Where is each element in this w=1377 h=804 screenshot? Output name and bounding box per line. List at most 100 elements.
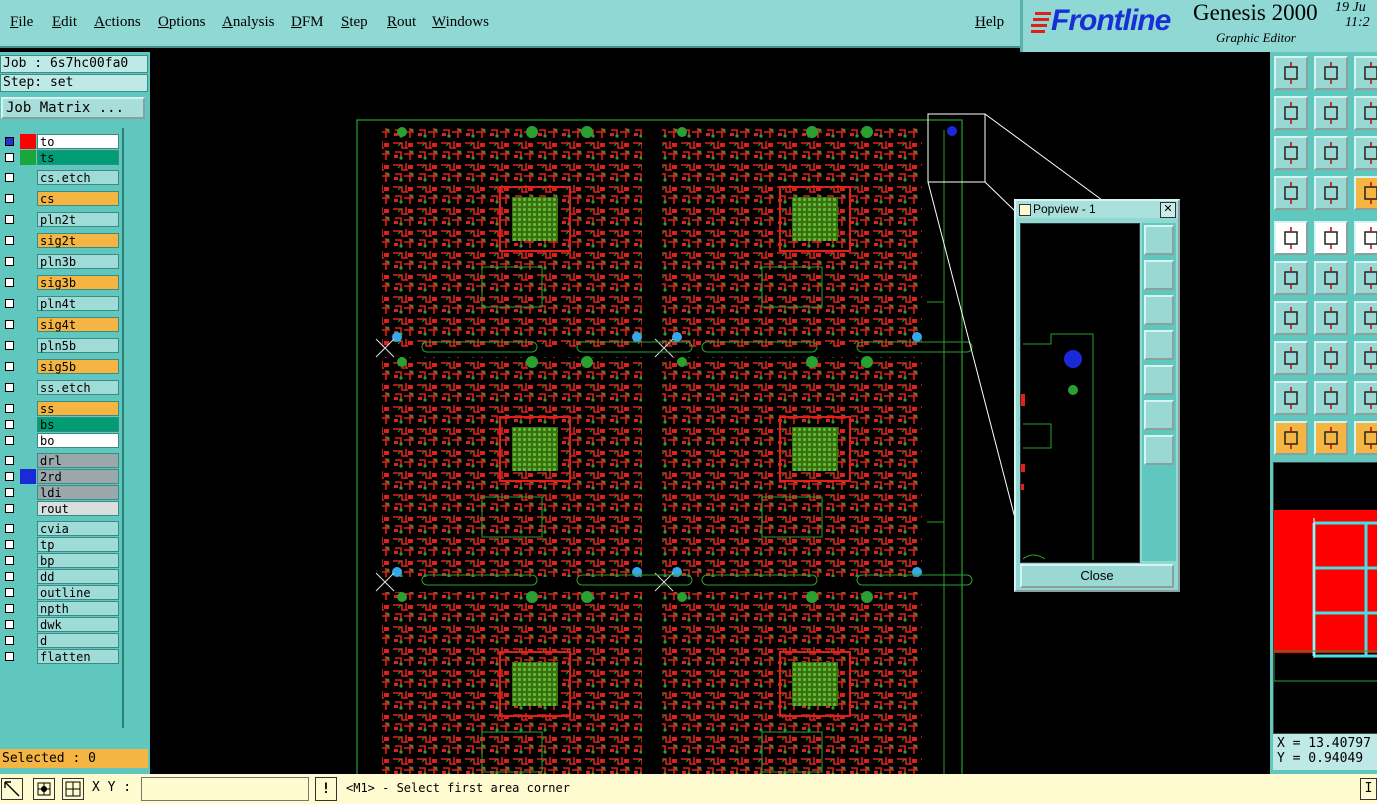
- layer-checkbox[interactable]: [5, 215, 14, 224]
- layer-name[interactable]: sig2t: [37, 233, 119, 248]
- layer-checkbox[interactable]: [5, 604, 14, 613]
- job-matrix-button[interactable]: Job Matrix ...: [1, 97, 145, 119]
- layer-row-sig2t[interactable]: sig2t: [2, 233, 119, 248]
- layer-name[interactable]: 2rd: [37, 469, 119, 484]
- grid-view-icon[interactable]: [1314, 176, 1348, 210]
- layer-name[interactable]: ldi: [37, 485, 119, 500]
- layer-row-pln2t[interactable]: pln2t: [2, 212, 119, 227]
- layer-checkbox[interactable]: [5, 404, 14, 413]
- layer-name[interactable]: cs: [37, 191, 119, 206]
- layer-row-bs[interactable]: bs: [2, 417, 119, 432]
- layer-name[interactable]: d: [37, 633, 119, 648]
- select-pointer-icon[interactable]: [1314, 421, 1348, 455]
- pad-add-icon[interactable]: [1274, 341, 1308, 375]
- zoom-out-icon[interactable]: [1144, 435, 1174, 465]
- layer-checkbox[interactable]: [5, 472, 14, 481]
- undo-icon[interactable]: [1354, 301, 1377, 335]
- page-down-icon[interactable]: [1314, 56, 1348, 90]
- actual-size-icon[interactable]: [1354, 136, 1377, 170]
- layer-row-bo[interactable]: bo: [2, 433, 119, 448]
- layer-checkbox[interactable]: [5, 278, 14, 287]
- layer-row-ss[interactable]: ss: [2, 401, 119, 416]
- layer-name[interactable]: pln5b: [37, 338, 119, 353]
- layer-name[interactable]: bp: [37, 553, 119, 568]
- layer-row-tp[interactable]: tp: [2, 537, 119, 552]
- popview-close-button[interactable]: Close: [1020, 564, 1174, 588]
- popview-titlebar[interactable]: Popview - 1 ✕: [1016, 201, 1178, 218]
- layer-name[interactable]: tp: [37, 537, 119, 552]
- layer-checkbox[interactable]: [5, 504, 14, 513]
- layer-row-2rd[interactable]: 2rd: [2, 469, 119, 484]
- layer-name[interactable]: pln3b: [37, 254, 119, 269]
- select-region-icon[interactable]: [1314, 221, 1348, 255]
- zoom-ratio-icon[interactable]: [1354, 96, 1377, 130]
- layer-name[interactable]: rout: [37, 501, 119, 516]
- line-draw-icon[interactable]: [1314, 301, 1348, 335]
- zoom-fit-icon[interactable]: [1144, 225, 1174, 255]
- measure-icon[interactable]: [1354, 176, 1377, 210]
- pan-right-icon[interactable]: [1144, 365, 1174, 395]
- layer-checkbox[interactable]: [5, 556, 14, 565]
- layer-name[interactable]: bo: [37, 433, 119, 448]
- layer-row-sig5b[interactable]: sig5b: [2, 359, 119, 374]
- layer-row-flatten[interactable]: flatten: [2, 649, 119, 664]
- layer-row-ldi[interactable]: ldi: [2, 485, 119, 500]
- layer-name[interactable]: flatten: [37, 649, 119, 664]
- layer-checkbox[interactable]: [5, 456, 14, 465]
- menu-file[interactable]: File: [10, 14, 33, 31]
- layer-checkbox[interactable]: [5, 524, 14, 533]
- delete-feature-icon[interactable]: [1314, 261, 1348, 295]
- layer-name[interactable]: pln4t: [37, 296, 119, 311]
- line-cut-icon[interactable]: [1314, 341, 1348, 375]
- layer-checkbox[interactable]: [5, 173, 14, 182]
- layer-row-npth[interactable]: npth: [2, 601, 119, 616]
- ruler-icon[interactable]: [1354, 221, 1377, 255]
- grid-select-icon[interactable]: [33, 778, 55, 800]
- layer-row-cvia[interactable]: cvia: [2, 521, 119, 536]
- layer-row-cs[interactable]: cs: [2, 191, 119, 206]
- page-left-icon[interactable]: [1274, 96, 1308, 130]
- layer-checkbox[interactable]: [5, 137, 14, 146]
- menu-help[interactable]: Help: [975, 14, 1004, 31]
- layer-row-cs-etch[interactable]: cs.etch: [2, 170, 119, 185]
- menu-rout[interactable]: Rout: [387, 14, 416, 31]
- pan-down-icon[interactable]: [1144, 295, 1174, 325]
- pointer-icon[interactable]: [1274, 421, 1308, 455]
- layer-row-ts[interactable]: ts: [2, 150, 119, 165]
- layer-checkbox[interactable]: [5, 320, 14, 329]
- overview-map[interactable]: [1273, 462, 1377, 734]
- layer-row-ss-etch[interactable]: ss.etch: [2, 380, 119, 395]
- layer-row-pln5b[interactable]: pln5b: [2, 338, 119, 353]
- layer-name[interactable]: dwk: [37, 617, 119, 632]
- menu-step[interactable]: Step: [341, 14, 368, 31]
- triangle-outline-icon[interactable]: [1314, 381, 1348, 415]
- layer-row-bp[interactable]: bp: [2, 553, 119, 568]
- layer-checkbox[interactable]: [5, 620, 14, 629]
- layer-checkbox[interactable]: [5, 652, 14, 661]
- layer-row-to[interactable]: to: [2, 134, 119, 149]
- layer-row-sig3b[interactable]: sig3b: [2, 275, 119, 290]
- popview-canvas[interactable]: [1020, 223, 1140, 564]
- layer-row-outline[interactable]: outline: [2, 585, 119, 600]
- layer-name[interactable]: to: [37, 134, 119, 149]
- layer-checkbox[interactable]: [5, 194, 14, 203]
- layer-row-rout[interactable]: rout: [2, 501, 119, 516]
- menu-edit[interactable]: Edit: [52, 14, 77, 31]
- pan-left-icon[interactable]: [1144, 330, 1174, 360]
- layer-name[interactable]: outline: [37, 585, 119, 600]
- layer-checkbox[interactable]: [5, 436, 14, 445]
- layer-checkbox[interactable]: [5, 572, 14, 581]
- menu-options[interactable]: Options: [158, 14, 206, 31]
- layer-checkbox[interactable]: [5, 362, 14, 371]
- layer-name[interactable]: cvia: [37, 521, 119, 536]
- align-icon[interactable]: [1354, 341, 1377, 375]
- window-menu-icon[interactable]: [1019, 204, 1031, 216]
- layer-checkbox[interactable]: [5, 420, 14, 429]
- pan-up-icon[interactable]: [1144, 260, 1174, 290]
- rotate-icon[interactable]: [1354, 421, 1377, 455]
- layer-name[interactable]: sig3b: [37, 275, 119, 290]
- layer-row-dd[interactable]: dd: [2, 569, 119, 584]
- layer-name[interactable]: npth: [37, 601, 119, 616]
- zoom-in-icon[interactable]: [1314, 136, 1348, 170]
- menu-windows[interactable]: Windows: [432, 14, 489, 31]
